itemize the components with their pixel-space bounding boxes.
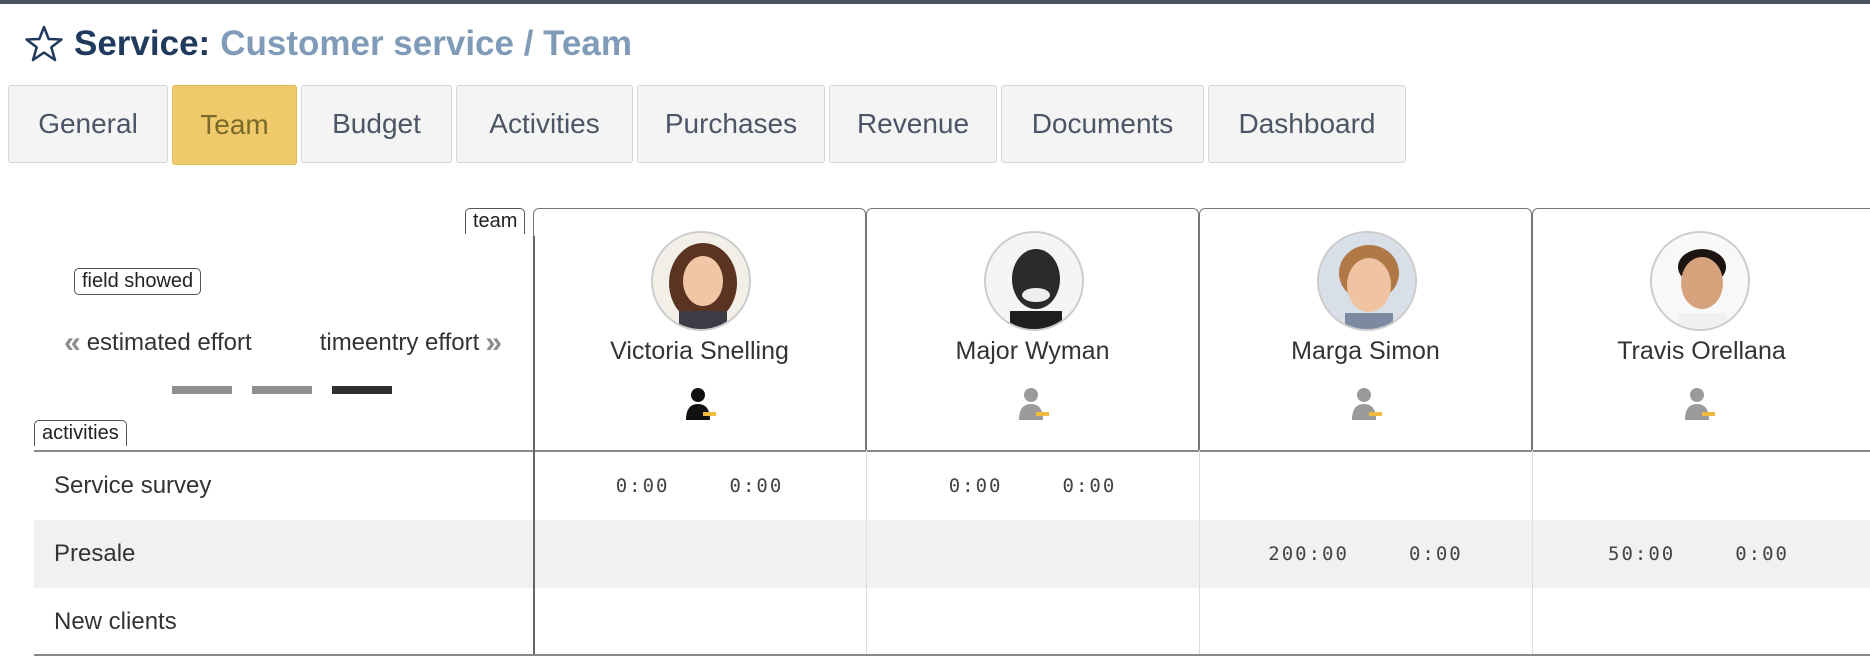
member-column: Major Wyman <box>866 208 1199 450</box>
chevron-left-icon[interactable]: « <box>64 326 81 360</box>
activity-label[interactable]: New clients <box>54 588 177 656</box>
page-title-path[interactable]: Customer service / Team <box>220 24 632 64</box>
team-tag: team <box>465 208 526 234</box>
effort-cell[interactable] <box>1199 452 1532 520</box>
column-divider <box>533 236 535 656</box>
user-role-icon[interactable] <box>680 384 720 424</box>
member-name: Travis Orellana <box>1617 337 1786 365</box>
table-row: Presale 200:00 0:00 50:00 0:00 <box>34 520 1870 588</box>
tab-general[interactable]: General <box>8 85 168 163</box>
effort-cell[interactable] <box>1532 452 1865 520</box>
table-row: Service survey 0:00 0:00 0:00 0:00 <box>34 452 1870 520</box>
user-role-icon[interactable] <box>1013 384 1053 424</box>
column-divider <box>1532 450 1533 656</box>
member-column: Victoria Snelling <box>533 208 866 450</box>
avatar[interactable] <box>1317 231 1417 331</box>
top-border <box>0 0 1870 4</box>
timeentry-value: 0:00 <box>729 475 784 497</box>
avatar[interactable] <box>1650 231 1750 331</box>
tab-revenue[interactable]: Revenue <box>829 85 997 163</box>
activities-tag: activities <box>34 420 127 446</box>
tab-dashboard[interactable]: Dashboard <box>1208 85 1406 163</box>
effort-toggle: « estimated effort timeentry effort » <box>58 326 508 360</box>
timeentry-value: 0:00 <box>1062 475 1117 497</box>
effort-cell[interactable] <box>533 520 866 588</box>
estimated-value: 0:00 <box>948 475 1003 497</box>
estimated-value: 0:00 <box>615 475 670 497</box>
effort-cell[interactable]: 200:00 0:00 <box>1199 520 1532 588</box>
field-control-panel: field showed « estimated effort timeentr… <box>0 200 533 450</box>
field-indicator-1[interactable] <box>172 386 232 394</box>
tab-budget[interactable]: Budget <box>301 85 452 163</box>
tab-team[interactable]: Team <box>172 85 297 165</box>
member-name: Victoria Snelling <box>610 337 789 365</box>
table-row: New clients <box>34 588 1870 656</box>
estimated-value: 200:00 <box>1268 543 1349 565</box>
table-bottom-border <box>34 654 1870 656</box>
effort-cell[interactable]: 50:00 0:00 <box>1532 520 1865 588</box>
avatar[interactable] <box>984 231 1084 331</box>
star-icon[interactable] <box>24 24 64 64</box>
member-column: Marga Simon <box>1199 208 1532 450</box>
page-header: Service: Customer service / Team <box>24 22 632 66</box>
field-indicator-3[interactable] <box>332 386 392 394</box>
user-role-icon[interactable] <box>1346 384 1386 424</box>
estimated-value: 50:00 <box>1608 543 1676 565</box>
tab-purchases[interactable]: Purchases <box>637 85 825 163</box>
tab-activities[interactable]: Activities <box>456 85 633 163</box>
timeentry-value: 0:00 <box>1735 543 1789 565</box>
header-divider <box>34 450 1870 452</box>
member-name: Major Wyman <box>955 337 1110 365</box>
user-role-icon[interactable] <box>1679 384 1719 424</box>
member-column: Travis Orellana <box>1532 208 1870 450</box>
timeentry-effort-label: timeentry effort <box>319 329 480 356</box>
member-name: Marga Simon <box>1291 337 1440 365</box>
chevron-right-icon[interactable]: » <box>485 326 502 360</box>
estimated-effort-label: estimated effort <box>86 329 252 356</box>
team-grid: field showed « estimated effort timeentr… <box>0 200 1870 658</box>
tab-documents[interactable]: Documents <box>1001 85 1204 163</box>
page-title-prefix: Service: <box>74 24 211 63</box>
effort-cell[interactable]: 0:00 0:00 <box>866 452 1199 520</box>
tab-bar: General Team Budget Activities Purchases… <box>8 85 1406 165</box>
effort-cell[interactable] <box>866 520 1199 588</box>
field-indicator-2[interactable] <box>252 386 312 394</box>
column-divider <box>1199 450 1200 656</box>
field-indicator-bars <box>172 386 392 394</box>
avatar[interactable] <box>651 231 751 331</box>
column-divider <box>866 450 867 656</box>
timeentry-value: 0:00 <box>1408 543 1463 565</box>
estimated-effort-toggle[interactable]: « estimated effort <box>58 326 252 360</box>
field-showed-tag: field showed <box>74 268 202 295</box>
activity-label[interactable]: Service survey <box>54 452 211 520</box>
activity-label[interactable]: Presale <box>54 520 135 588</box>
timeentry-effort-toggle[interactable]: timeentry effort » <box>320 326 508 360</box>
effort-cell[interactable]: 0:00 0:00 <box>533 452 866 520</box>
